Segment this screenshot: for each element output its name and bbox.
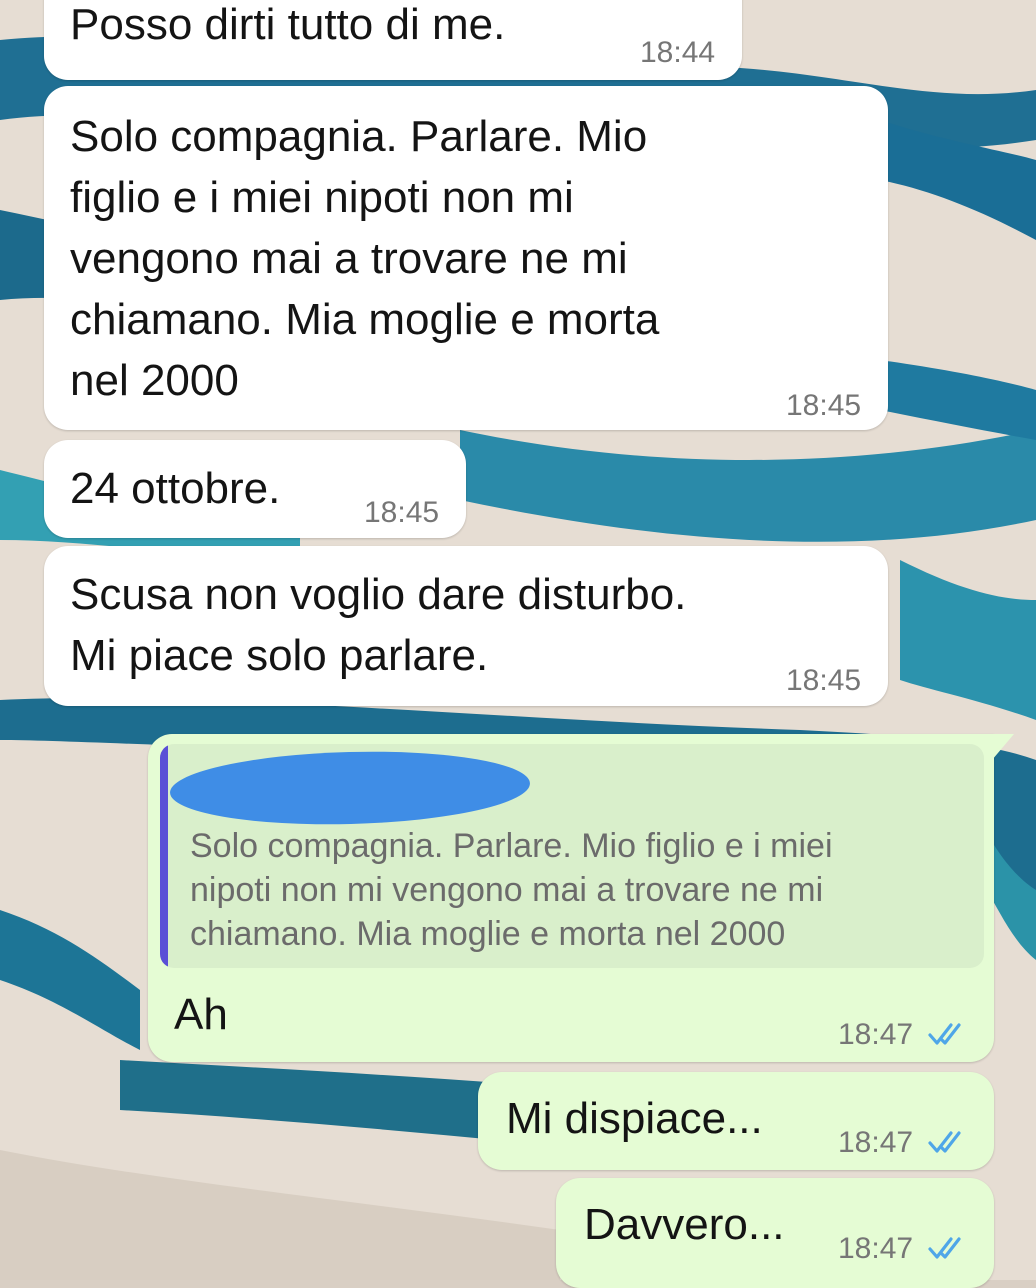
- incoming-message[interactable]: Solo compagnia. Parlare. Mio figlio e i …: [44, 86, 888, 430]
- double-check-icon: [928, 1237, 961, 1259]
- outgoing-message[interactable]: Mi dispiace... 18:47: [478, 1072, 994, 1170]
- message-text: 24 ottobre.: [70, 464, 281, 513]
- message-time: 18:44: [640, 36, 716, 69]
- outgoing-message[interactable]: Davvero... 18:47: [556, 1178, 994, 1288]
- message-time: 18:45: [786, 664, 862, 697]
- message-text: Scusa non voglio dare disturbo. Mi piace…: [70, 570, 687, 680]
- message-time: 18:45: [786, 389, 862, 422]
- double-check-icon: [928, 1131, 961, 1153]
- quoted-reply[interactable]: Solo compagnia. Parlare. Mio figlio e i …: [160, 744, 984, 968]
- incoming-message[interactable]: 24 ottobre. 18:45: [44, 440, 466, 538]
- incoming-message[interactable]: Scusa non voglio dare disturbo. Mi piace…: [44, 546, 888, 706]
- message-text: Davvero...: [584, 1200, 785, 1249]
- message-time: 18:47: [838, 1126, 914, 1159]
- bubble-tail: [992, 734, 1014, 760]
- incoming-message[interactable]: Posso dirti tutto di me. 18:44: [44, 0, 742, 80]
- quote-bar: [160, 744, 168, 968]
- message-text: Solo compagnia. Parlare. Mio figlio e i …: [70, 112, 660, 405]
- quoted-text: Solo compagnia. Parlare. Mio figlio e i …: [190, 827, 833, 953]
- message-time: 18:47: [838, 1232, 914, 1265]
- message-time: 18:47: [838, 1018, 914, 1051]
- message-text: Ah: [174, 990, 228, 1039]
- message-text: Mi dispiace...: [506, 1094, 763, 1143]
- message-time: 18:45: [364, 496, 440, 529]
- double-check-icon: [928, 1023, 961, 1045]
- redacted-sender-name: [169, 747, 531, 829]
- message-text: Posso dirti tutto di me.: [70, 0, 506, 49]
- outgoing-message[interactable]: Solo compagnia. Parlare. Mio figlio e i …: [148, 734, 994, 1062]
